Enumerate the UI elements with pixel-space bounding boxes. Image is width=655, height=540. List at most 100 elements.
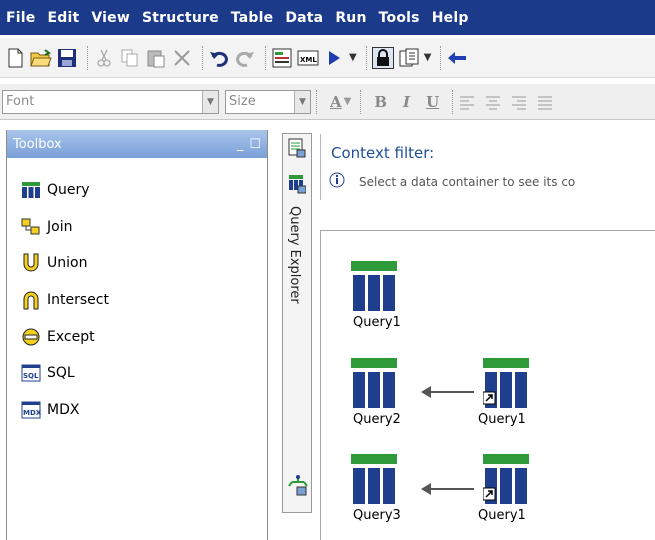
query-shortcut-icon bbox=[482, 454, 529, 504]
menu-run[interactable]: Run bbox=[335, 10, 366, 26]
menu-view[interactable]: View bbox=[91, 10, 130, 26]
reference-arrow bbox=[426, 488, 474, 490]
redo-icon[interactable] bbox=[234, 47, 256, 69]
context-filter-title: Context filter: bbox=[331, 144, 435, 162]
toolbox-panel: Toolbox _ ☐ Query Join Union Intersect E… bbox=[6, 130, 268, 540]
menu-data[interactable]: Data bbox=[285, 10, 323, 26]
toolbar-separator bbox=[360, 89, 362, 114]
save-icon[interactable] bbox=[56, 47, 78, 69]
font-dropdown-chevron-icon[interactable]: ▼ bbox=[202, 90, 218, 113]
toolbox-item-intersect[interactable]: Intersect bbox=[21, 290, 109, 310]
size-select-value: Size bbox=[229, 94, 256, 109]
toolbox-item-query[interactable]: Query bbox=[21, 180, 90, 200]
toolbox-item-label: Union bbox=[47, 255, 88, 271]
query-node-label: Query1 bbox=[478, 508, 526, 523]
underline-button[interactable]: U bbox=[426, 93, 439, 111]
mdx-icon: MDX bbox=[21, 400, 41, 420]
toolbox-item-label: SQL bbox=[47, 365, 75, 381]
intersect-icon bbox=[21, 290, 41, 310]
condition-explorer-icon[interactable] bbox=[288, 474, 308, 499]
toolbox-item-except[interactable]: Except bbox=[21, 327, 95, 347]
toolbox-item-union[interactable]: Union bbox=[21, 253, 87, 273]
arrow-head-icon bbox=[421, 483, 431, 495]
menu-help[interactable]: Help bbox=[432, 10, 469, 26]
query-icon bbox=[351, 261, 397, 311]
align-right-icon[interactable] bbox=[510, 94, 528, 110]
union-icon bbox=[21, 253, 41, 273]
toolbox-item-join[interactable]: Join bbox=[21, 217, 72, 237]
paste-icon[interactable] bbox=[145, 47, 167, 69]
menu-file[interactable]: File bbox=[6, 10, 35, 26]
query-node-label: Query1 bbox=[353, 315, 401, 330]
main-toolbar: XML ▼ ▼ bbox=[0, 38, 655, 78]
query-explorer-icon[interactable] bbox=[288, 174, 307, 197]
align-justify-icon[interactable] bbox=[536, 94, 554, 110]
toolbox-item-label: MDX bbox=[47, 402, 80, 418]
back-arrow-icon[interactable] bbox=[446, 47, 468, 69]
toolbar-separator bbox=[265, 45, 266, 70]
menu-structure[interactable]: Structure bbox=[142, 10, 219, 26]
minimize-icon[interactable]: _ bbox=[237, 137, 244, 152]
copy-icon[interactable] bbox=[119, 47, 141, 69]
menu-tools[interactable]: Tools bbox=[379, 10, 420, 26]
align-center-icon[interactable] bbox=[484, 94, 502, 110]
query-node[interactable] bbox=[349, 454, 399, 507]
query-explorer-strip: Query Explorer bbox=[282, 133, 312, 513]
query-icon bbox=[351, 358, 397, 408]
toolbox-item-mdx[interactable]: MDX MDX bbox=[21, 400, 79, 420]
query-shortcut-icon bbox=[482, 358, 529, 408]
toolbar-separator bbox=[202, 45, 203, 70]
run-dropdown-chevron-icon[interactable]: ▼ bbox=[349, 52, 357, 63]
menu-bar: File Edit View Structure Table Data Run … bbox=[0, 0, 655, 35]
join-icon bbox=[21, 217, 41, 237]
query-node[interactable] bbox=[349, 261, 399, 314]
font-select-value: Font bbox=[6, 94, 35, 109]
query-icon bbox=[21, 180, 41, 200]
svg-text:MDX: MDX bbox=[23, 409, 41, 417]
query-node[interactable] bbox=[349, 358, 399, 411]
query-explorer-tab[interactable]: Query Explorer bbox=[287, 206, 302, 304]
toolbar-separator bbox=[87, 45, 88, 70]
font-color-button[interactable]: A bbox=[330, 93, 342, 111]
page-layout-icon[interactable] bbox=[398, 47, 420, 69]
font-color-chevron-icon[interactable]: ▼ bbox=[344, 96, 352, 107]
info-icon bbox=[329, 172, 345, 191]
italic-button[interactable]: I bbox=[403, 93, 410, 111]
size-dropdown-chevron-icon[interactable]: ▼ bbox=[294, 90, 310, 113]
undo-icon[interactable] bbox=[208, 47, 230, 69]
cut-icon[interactable] bbox=[93, 47, 115, 69]
delete-icon[interactable] bbox=[171, 47, 193, 69]
menu-table[interactable]: Table bbox=[231, 10, 274, 26]
query-reference-node[interactable] bbox=[481, 358, 531, 411]
new-document-icon[interactable] bbox=[4, 47, 26, 69]
toolbox-item-label: Intersect bbox=[47, 292, 109, 308]
page-explorer-icon[interactable] bbox=[288, 138, 306, 161]
maximize-icon[interactable]: ☐ bbox=[249, 137, 261, 152]
open-folder-icon[interactable] bbox=[30, 47, 52, 69]
context-filter-info: Select a data container to see its co bbox=[329, 172, 575, 191]
align-left-icon[interactable] bbox=[458, 94, 476, 110]
toolbox-title: Toolbox bbox=[13, 136, 62, 152]
svg-text:XML: XML bbox=[300, 56, 317, 64]
toolbox-header: Toolbox _ ☐ bbox=[7, 130, 267, 158]
svg-text:SQL: SQL bbox=[23, 372, 39, 380]
layout-dropdown-chevron-icon[interactable]: ▼ bbox=[424, 52, 432, 63]
menu-edit[interactable]: Edit bbox=[47, 10, 79, 26]
query-reference-node[interactable] bbox=[481, 454, 531, 507]
toolbar-separator bbox=[365, 45, 367, 70]
bold-button[interactable]: B bbox=[374, 93, 387, 111]
except-icon bbox=[21, 327, 41, 347]
font-select[interactable]: Font ▼ bbox=[2, 89, 219, 114]
arrow-head-icon bbox=[421, 386, 431, 398]
context-filter-message: Select a data container to see its co bbox=[359, 174, 576, 189]
query-icon bbox=[351, 454, 397, 504]
context-filter-pane: Context filter: Select a data container … bbox=[320, 134, 655, 200]
size-select[interactable]: Size ▼ bbox=[225, 89, 311, 114]
toolbox-item-label: Join bbox=[47, 219, 73, 235]
toolbar-separator bbox=[452, 89, 454, 114]
toolbox-item-sql[interactable]: SQL SQL bbox=[21, 363, 75, 383]
run-icon[interactable] bbox=[323, 47, 345, 69]
xml-icon[interactable]: XML bbox=[297, 47, 319, 69]
lock-icon[interactable] bbox=[371, 46, 394, 69]
report-properties-icon[interactable] bbox=[271, 47, 293, 69]
